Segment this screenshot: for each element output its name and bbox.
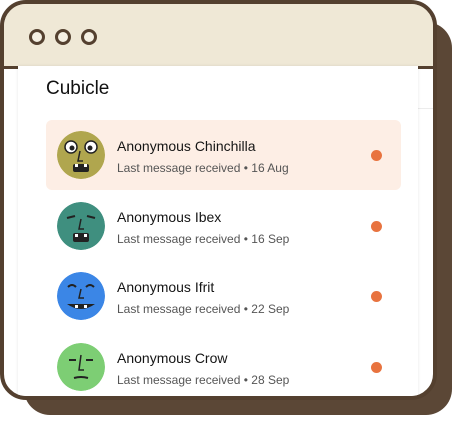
conversation-item[interactable]: Anonymous Ibex Last message received • 1…: [46, 191, 401, 261]
conversation-item[interactable]: Anonymous Ifrit Last message received • …: [46, 261, 401, 331]
unread-indicator: [371, 362, 382, 373]
conversation-name: Anonymous Ifrit: [117, 279, 215, 295]
app-window: Cubicle Anonymous Chinchilla Last messag…: [0, 0, 437, 400]
conversation-meta: Last message received • 16 Aug: [117, 161, 289, 175]
ifrit-avatar-icon: [57, 272, 105, 320]
window-titlebar: [4, 4, 433, 69]
unread-indicator: [371, 150, 382, 161]
avatar: [57, 131, 105, 179]
crow-avatar-icon: [57, 343, 105, 391]
conversation-list-panel: Cubicle Anonymous Chinchilla Last messag…: [18, 66, 418, 396]
conversation-item[interactable]: Anonymous Crow Last message received • 2…: [46, 332, 401, 396]
chinchilla-avatar-icon: [57, 131, 105, 179]
avatar: [57, 272, 105, 320]
conversation-name: Anonymous Chinchilla: [117, 138, 256, 154]
avatar: [57, 343, 105, 391]
page-title: Cubicle: [46, 78, 110, 99]
conversation-meta: Last message received • 28 Sep: [117, 373, 290, 387]
window-control-dot[interactable]: [55, 29, 71, 45]
conversation-meta: Last message received • 22 Sep: [117, 302, 290, 316]
conversation-item[interactable]: Anonymous Chinchilla Last message receiv…: [46, 120, 401, 190]
window-control-dot[interactable]: [81, 29, 97, 45]
conversation-meta: Last message received • 16 Sep: [117, 232, 290, 246]
window-control-dot[interactable]: [29, 29, 45, 45]
conversation-name: Anonymous Crow: [117, 350, 228, 366]
panel-divider: [418, 108, 433, 109]
unread-indicator: [371, 291, 382, 302]
conversation-name: Anonymous Ibex: [117, 209, 222, 225]
unread-indicator: [371, 221, 382, 232]
ibex-avatar-icon: [57, 202, 105, 250]
avatar: [57, 202, 105, 250]
